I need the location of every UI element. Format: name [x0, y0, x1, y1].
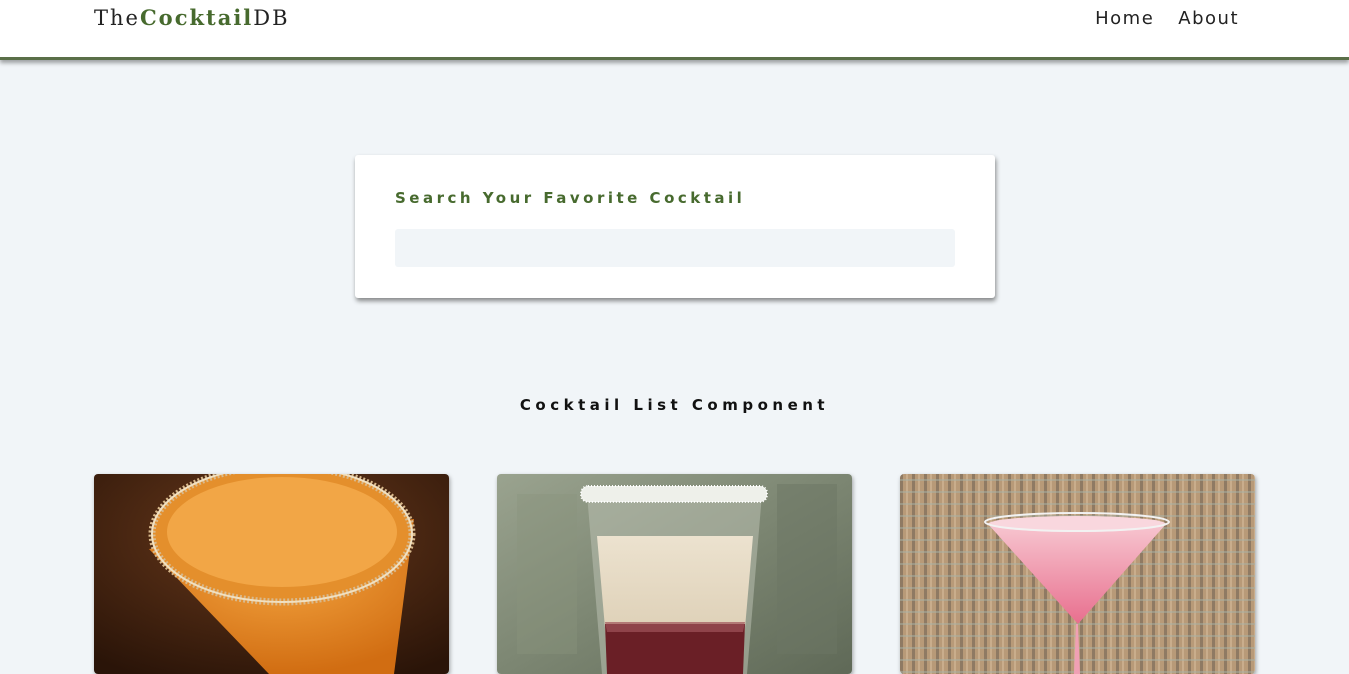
- cocktail-list-title: Cocktail List Component: [519, 396, 830, 414]
- cocktail-card[interactable]: [94, 474, 449, 674]
- cocktail-image-pink-martini: [900, 474, 1255, 674]
- logo-brand: Cocktail: [139, 5, 254, 30]
- site-logo[interactable]: TheCocktailDB: [94, 5, 290, 30]
- cocktail-image-layered-shot: [497, 474, 852, 674]
- nav-link-about[interactable]: About: [1178, 8, 1239, 29]
- logo-prefix: The: [94, 6, 140, 30]
- nav-link-home[interactable]: Home: [1095, 8, 1154, 29]
- navbar: TheCocktailDB Home About: [0, 0, 1349, 60]
- nav-links: Home About: [1095, 8, 1239, 29]
- search-label: Search Your Favorite Cocktail: [395, 189, 746, 207]
- cocktail-card[interactable]: [497, 474, 852, 674]
- cocktail-image-orange-martini: [94, 474, 449, 674]
- cocktail-card[interactable]: [900, 474, 1255, 674]
- search-input[interactable]: [395, 229, 955, 267]
- search-form: Search Your Favorite Cocktail: [355, 155, 995, 298]
- logo-suffix: DB: [253, 6, 290, 30]
